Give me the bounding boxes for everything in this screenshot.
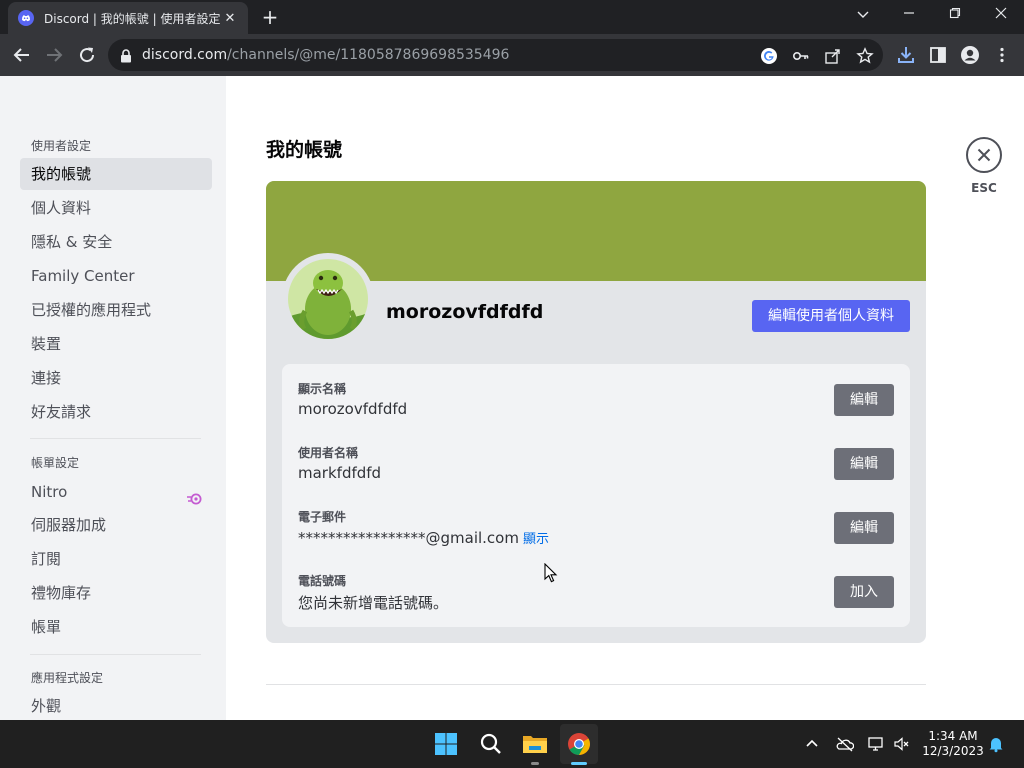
onedrive-icon[interactable]	[836, 735, 855, 753]
page-title: 我的帳號	[266, 139, 343, 161]
browser-tab-bar: Discord | 我的帳號 | 使用者設定 ✕ +	[0, 0, 1024, 34]
bookmark-star-icon[interactable]	[856, 47, 874, 65]
share-icon[interactable]	[824, 47, 842, 65]
close-window-button[interactable]	[989, 4, 1013, 28]
section-divider	[266, 684, 926, 685]
sidebar-item-billing[interactable]: 帳單	[20, 611, 212, 643]
sidebar-item-my-account[interactable]: 我的帳號	[20, 158, 212, 190]
edit-display-name-button[interactable]: 編輯	[834, 384, 894, 416]
sidebar-item-family-center[interactable]: Family Center	[20, 260, 212, 292]
chrome-running-indicator	[571, 762, 587, 765]
restore-button[interactable]	[943, 4, 967, 28]
username-label: 使用者名稱	[298, 446, 359, 460]
settings-sidebar: 使用者設定 我的帳號 個人資料 隱私 & 安全 Family Center 已授…	[0, 76, 226, 720]
sidebar-item-profiles[interactable]: 個人資料	[20, 192, 212, 224]
display-name-label: 顯示名稱	[298, 382, 347, 396]
search-button[interactable]	[475, 728, 507, 760]
app-settings-header: 應用程式設定	[31, 671, 104, 685]
sidebar-item-appearance[interactable]: 外觀	[20, 690, 212, 722]
explorer-running-indicator	[531, 762, 539, 765]
windows-logo-icon	[435, 733, 457, 755]
email-label: 電子郵件	[298, 510, 347, 524]
clock-time: 1:34 AM	[928, 729, 978, 743]
phone-label: 電話號碼	[298, 574, 347, 588]
sidebar-item-friend-requests[interactable]: 好友請求	[20, 396, 212, 428]
email-value: *****************@gmail.com 顯示	[298, 528, 549, 547]
network-icon[interactable]	[867, 735, 885, 753]
sidebar-item-devices[interactable]: 裝置	[20, 328, 212, 360]
email-masked: *****************@gmail.com	[298, 529, 519, 547]
system-clock[interactable]: 1:34 AM 12/3/2023	[918, 729, 988, 759]
minimize-button[interactable]	[897, 4, 921, 28]
edit-username-button[interactable]: 編輯	[834, 448, 894, 480]
address-bar[interactable]: discord.com/channels/@me/118058786969853…	[108, 39, 883, 71]
volume-muted-icon[interactable]	[893, 735, 911, 753]
add-phone-button[interactable]: 加入	[834, 576, 894, 608]
sidebar-item-authorized-apps[interactable]: 已授權的應用程式	[20, 294, 212, 326]
folder-icon	[523, 736, 547, 753]
tab-title: Discord | 我的帳號 | 使用者設定	[44, 11, 221, 26]
sidebar-divider	[30, 438, 201, 439]
chrome-icon	[568, 733, 590, 755]
billing-settings-header: 帳單設定	[31, 456, 80, 470]
url-text: discord.com/channels/@me/118058786969853…	[142, 47, 510, 63]
account-fields-panel: 顯示名稱 morozovfdfdfd 編輯 使用者名稱 markfdfdfd 編…	[282, 364, 910, 627]
esc-label: ESC	[971, 181, 997, 195]
browser-tab[interactable]: Discord | 我的帳號 | 使用者設定 ✕	[8, 2, 248, 34]
edit-user-profile-button[interactable]: 編輯使用者個人資料	[752, 300, 910, 332]
download-icon[interactable]	[896, 45, 916, 65]
clock-date: 12/3/2023	[922, 744, 984, 758]
google-lens-icon[interactable]	[760, 47, 778, 65]
file-explorer-button[interactable]	[519, 728, 551, 760]
user-settings-header: 使用者設定	[31, 139, 92, 153]
account-profile-card: morozovfdfdfd 編輯使用者個人資料 顯示名稱 morozovfdfd…	[266, 181, 926, 643]
profile-banner	[266, 181, 926, 281]
lock-icon[interactable]	[120, 48, 132, 67]
sidebar-item-privacy-safety[interactable]: 隱私 & 安全	[20, 226, 212, 258]
reveal-email-link[interactable]: 顯示	[523, 532, 549, 547]
menu-kebab-icon[interactable]	[992, 45, 1012, 65]
new-tab-button[interactable]: +	[258, 6, 282, 28]
avatar[interactable]	[288, 259, 368, 339]
notification-bell-icon[interactable]	[987, 735, 1005, 753]
edit-email-button[interactable]: 編輯	[834, 512, 894, 544]
forward-icon[interactable]	[42, 43, 66, 67]
close-settings-button[interactable]	[966, 137, 1002, 173]
phone-value: 您尚未新增電話號碼。	[298, 594, 449, 612]
profile-icon[interactable]	[960, 45, 980, 65]
sidebar-item-connections[interactable]: 連接	[20, 362, 212, 394]
back-icon[interactable]	[10, 43, 34, 67]
sidebar-divider	[30, 654, 201, 655]
windows-taskbar: 1:34 AM 12/3/2023	[0, 720, 1024, 768]
sidebar-item-label: Nitro	[31, 483, 68, 501]
search-icon	[480, 733, 501, 754]
reload-icon[interactable]	[75, 43, 99, 67]
start-button[interactable]	[430, 728, 462, 760]
sidebar-item-gift-inventory[interactable]: 禮物庫存	[20, 577, 212, 609]
display-name-value: morozovfdfdfd	[298, 400, 408, 418]
discord-icon	[18, 10, 34, 26]
username-value: markfdfdfd	[298, 464, 382, 482]
key-icon[interactable]	[792, 47, 810, 65]
sidebar-item-server-boost[interactable]: 伺服器加成	[20, 509, 212, 541]
sidebar-item-subscriptions[interactable]: 訂閱	[20, 543, 212, 575]
settings-content: 我的帳號 ESC morozovfdfdfd 編輯使用者個人資料 顯示名稱 mo…	[226, 76, 1024, 720]
chrome-taskbar-button[interactable]	[563, 728, 595, 760]
tab-search-icon[interactable]	[851, 4, 875, 28]
mouse-pointer-icon	[544, 562, 558, 587]
tab-close-icon[interactable]: ✕	[222, 11, 238, 26]
profile-username: morozovfdfdfd	[386, 301, 544, 323]
side-panel-icon[interactable]	[928, 45, 948, 65]
sidebar-item-nitro[interactable]: Nitro	[20, 476, 212, 508]
tray-overflow-icon[interactable]	[803, 735, 821, 753]
avatar-frame	[282, 253, 374, 345]
browser-toolbar: discord.com/channels/@me/118058786969853…	[0, 34, 1024, 76]
close-icon	[977, 148, 991, 162]
